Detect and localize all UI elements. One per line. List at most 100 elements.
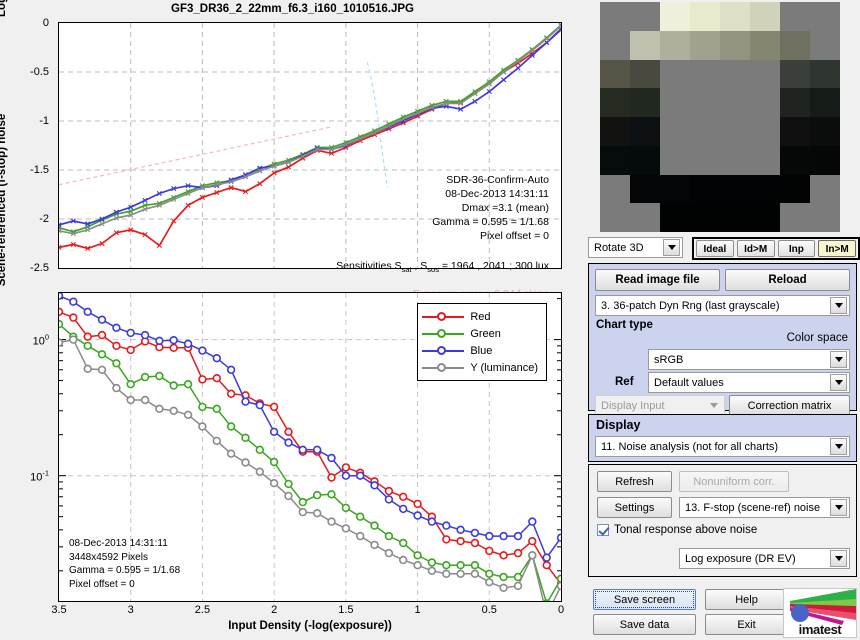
y-tick-label: 100 (32, 332, 49, 347)
color-space-select[interactable]: sRGB (648, 349, 850, 370)
thumbnail-patch (660, 2, 690, 31)
view-button-in-m[interactable]: In>M (818, 240, 856, 257)
chevron-down-icon[interactable] (830, 438, 847, 455)
chevron-down-icon[interactable] (663, 239, 680, 256)
log-exposure-value: Log exposure (DR EV) (685, 552, 796, 565)
view-button-ideal[interactable]: Ideal (696, 240, 734, 257)
thumbnail-patch (720, 145, 750, 175)
refresh-button[interactable]: Refresh (597, 471, 672, 492)
view-button-inp[interactable]: Inp (777, 240, 816, 257)
color-space-value: sRGB (654, 353, 684, 366)
bottom-chart-x-ticks: 3.5 3 2.5 2 1.5 1 0.5 0 (51, 604, 565, 620)
help-button[interactable]: Help (705, 589, 788, 610)
thumbnail-patch (810, 2, 840, 31)
bottom-chart-x-label: Input Density (-log(exposure)) (228, 620, 392, 632)
thumbnail-patch (720, 203, 750, 232)
thumbnail-patch (600, 88, 630, 117)
thumbnail-patch (660, 30, 690, 60)
image-thumbnail[interactable] (600, 2, 840, 232)
chevron-down-icon[interactable] (830, 550, 847, 567)
thumbnail-patch (750, 88, 780, 117)
thumbnail-patch (660, 117, 690, 146)
legend-label: Blue (470, 344, 493, 357)
figure-area: GF3_DR36_2_22mm_f6.3_i160_1010516.JPG 0 -… (0, 0, 585, 640)
ref-select[interactable]: Default values (648, 372, 850, 393)
top-chart-y-label: Log (Pixel level/255) (0, 0, 8, 52)
thumbnail-patch (810, 88, 840, 117)
chart-select[interactable]: 3. 36-patch Dyn Rng (last grayscale) (595, 295, 850, 316)
save-screen-button[interactable]: Save screen (593, 589, 696, 610)
top-chart-annotation: SDR-36-Confirm-Auto 08-Dec-2013 14:31:11 D… (432, 173, 549, 243)
color-space-label: Color space (786, 332, 848, 344)
thumbnail-patch (600, 145, 630, 175)
legend-item: Red (422, 308, 538, 325)
display-label: Display (596, 418, 641, 432)
noise-type-select[interactable]: 13. F-stop (scene-ref) noise (679, 497, 850, 518)
x-tick-label: 0 (557, 604, 565, 616)
thumbnail-patch (690, 2, 720, 31)
sens-prefix: Sensitivities S (336, 260, 402, 272)
annotation-line: Gamma = 0.595 = 1/1.68 (432, 216, 549, 228)
chart-settings-panel: Read image file Reload 3. 36-patch Dyn R… (588, 263, 857, 416)
chevron-down-icon[interactable] (830, 499, 847, 516)
bottom-chart-legend: Red Green Blue Y (luminance) (417, 303, 547, 381)
chevron-down-icon[interactable] (830, 374, 847, 391)
thumbnail-patch (720, 2, 750, 31)
thumbnail-patch (780, 59, 810, 89)
y-tick-label: -1 (39, 115, 49, 127)
thumbnail-patch (630, 174, 660, 204)
x-tick-label: 1.5 (338, 604, 354, 616)
exit-button[interactable]: Exit (705, 614, 788, 635)
y-tick-label: -0.5 (30, 66, 49, 78)
y-tick-label: -1.5 (30, 164, 49, 176)
rotate-3d-select[interactable]: Rotate 3D (588, 237, 683, 258)
tonal-response-chart: SDR-36-Confirm-Auto 08-Dec-2013 14:31:11 D… (56, 22, 564, 300)
legend-swatch (422, 311, 465, 322)
thumbnail-patch (690, 203, 720, 232)
chevron-down-icon[interactable] (830, 297, 847, 314)
chevron-down-icon[interactable] (830, 351, 847, 368)
thumbnail-patch (720, 59, 750, 89)
thumbnail-patch (630, 30, 660, 60)
legend-label: Red (470, 310, 491, 323)
thumbnail-patch (690, 59, 720, 89)
imatest-logo: imatest (783, 588, 857, 638)
tonal-response-checkbox[interactable]: Tonal response above noise (597, 524, 757, 536)
display-select-value: 11. Noise analysis (not for all charts) (601, 440, 779, 453)
x-tick-label: 2 (271, 604, 278, 616)
thumbnail-patch (810, 30, 840, 60)
thumbnail-patch (750, 145, 780, 175)
thumbnail-patch (600, 174, 630, 204)
display-select[interactable]: 11. Noise analysis (not for all charts) (595, 436, 850, 457)
x-tick-label: 3.5 (51, 604, 67, 616)
thumbnail-patch (660, 59, 690, 89)
annotation-line: 3448x4592 Pixels (69, 551, 148, 563)
sens-sub-sat: sat (401, 265, 412, 275)
reload-button[interactable]: Reload (725, 269, 850, 291)
ref-label: Ref (615, 376, 634, 388)
top-chart-y-ticks: 0 -0.5 -1 -1.5 -2 -2.5 (0, 17, 54, 274)
view-mode-button-group: Ideal Id>M Inp In>M (692, 237, 860, 260)
thumbnail-patch (750, 203, 780, 232)
settings-button[interactable]: Settings (597, 497, 672, 518)
save-data-button[interactable]: Save data (593, 614, 696, 635)
y-tick-label: 0 (42, 17, 49, 29)
view-button-id-m[interactable]: Id>M (736, 240, 775, 257)
read-image-file-button[interactable]: Read image file (595, 269, 720, 291)
sens-mid: , S (411, 260, 428, 272)
y-tick-label: -2 (39, 213, 49, 225)
thumbnail-patch (630, 2, 660, 31)
thumbnail-patch (750, 174, 780, 204)
log-exposure-select[interactable]: Log exposure (DR EV) (679, 548, 850, 569)
thumbnail-patch (690, 145, 720, 175)
thumbnail-patch (750, 59, 780, 89)
checkbox-checked-icon[interactable] (597, 524, 609, 536)
sens-suffix: = 1964 , 2041 ; 300 lux (438, 260, 549, 272)
legend-item: Blue (422, 342, 538, 359)
thumbnail-patch (630, 88, 660, 117)
bottom-chart-y-ticks: 100 10-1 (0, 292, 54, 602)
correction-matrix-button[interactable]: Correction matrix (729, 395, 850, 416)
figure-title: GF3_DR36_2_22mm_f6.3_i160_1010516.JPG (171, 3, 414, 15)
y-tick-label: -2.5 (30, 262, 49, 274)
thumbnail-patch (780, 203, 810, 232)
